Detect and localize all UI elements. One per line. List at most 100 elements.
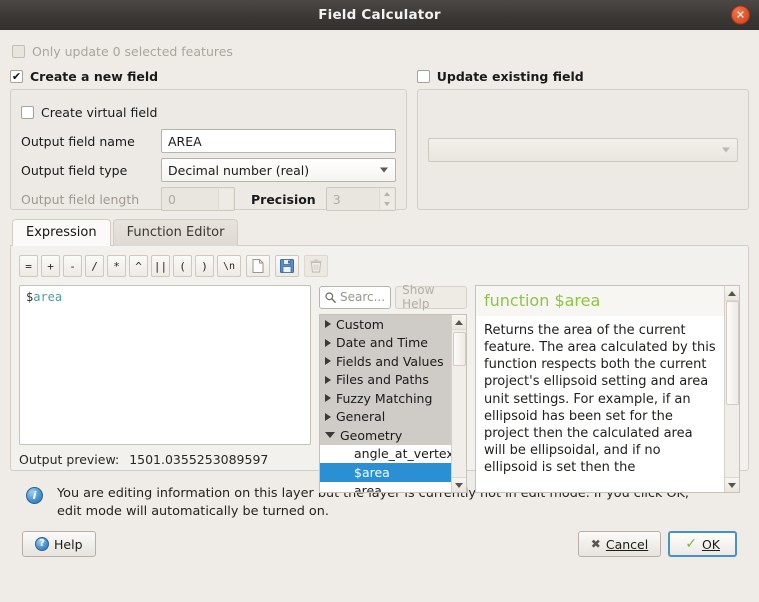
output-field-name-input[interactable]: AREA	[161, 129, 396, 153]
tree-item-angle-at-vertex[interactable]: angle_at_vertex	[320, 445, 451, 464]
create-new-field-label: Create a new field	[30, 69, 158, 84]
precision-stepper-buttons[interactable]	[379, 189, 394, 209]
help-panel: function $area Returns the area of the c…	[475, 285, 740, 493]
operator-button-concat[interactable]: ||	[151, 255, 170, 277]
help-title: function $area	[476, 286, 724, 316]
triangle-up-icon	[728, 291, 736, 296]
tree-group-files-and-paths[interactable]: Files and Paths	[320, 371, 451, 390]
create-virtual-field-label: Create virtual field	[41, 105, 157, 120]
operator-button-multiply[interactable]: *	[107, 255, 126, 277]
create-new-field-checkbox[interactable]: ✔	[10, 70, 23, 83]
ok-button[interactable]: ✓ OK	[668, 531, 737, 557]
create-virtual-field-checkbox[interactable]	[21, 106, 34, 119]
scroll-thumb[interactable]	[726, 301, 739, 405]
operator-button-close-paren[interactable]: )	[195, 255, 214, 277]
operator-button-plus[interactable]: +	[41, 255, 60, 277]
scroll-up-button[interactable]	[452, 315, 467, 330]
output-field-length-stepper[interactable]: 0	[161, 187, 235, 211]
search-icon	[325, 292, 336, 303]
search-placeholder-text: Searc...	[340, 290, 385, 304]
save-icon[interactable]	[275, 255, 299, 277]
update-existing-field-checkbox[interactable]	[417, 70, 430, 83]
tree-group-custom[interactable]: Custom	[320, 315, 451, 334]
create-virtual-field-row[interactable]: Create virtual field	[21, 99, 396, 125]
scroll-thumb[interactable]	[453, 332, 466, 366]
function-tree-scrollbar[interactable]	[451, 315, 466, 492]
output-preview-row: Output preview: 1501.0355253089597	[19, 452, 311, 467]
tab-function-editor[interactable]: Function Editor	[113, 219, 239, 246]
existing-field-combo[interactable]	[428, 138, 738, 162]
function-tree[interactable]: Custom Date and Time Fields and Values	[319, 314, 467, 493]
only-update-selected-row[interactable]: Only update 0 selected features	[12, 40, 749, 62]
tree-group-label: Date and Time	[336, 335, 428, 350]
tabbar: Expression Function Editor	[10, 219, 749, 246]
chevron-right-icon	[325, 357, 331, 365]
operator-button-power[interactable]: ^	[129, 255, 148, 277]
help-content: function $area Returns the area of the c…	[476, 286, 724, 492]
tree-group-fuzzy-matching[interactable]: Fuzzy Matching	[320, 389, 451, 408]
chevron-down-icon	[325, 432, 335, 438]
help-icon: ?	[35, 537, 49, 551]
new-file-icon[interactable]	[246, 255, 270, 277]
show-help-button[interactable]: Show Help	[395, 286, 467, 309]
output-preview-value: 1501.0355253089597	[129, 452, 268, 467]
new-file-glyph	[252, 259, 264, 273]
chevron-right-icon	[325, 376, 331, 384]
tree-group-label: Custom	[336, 317, 384, 332]
close-icon[interactable]: ✕	[731, 6, 750, 25]
operator-button-minus[interactable]: -	[63, 255, 82, 277]
output-field-name-label: Output field name	[21, 134, 161, 149]
scroll-track[interactable]	[725, 301, 740, 477]
tree-group-fields-and-values[interactable]: Fields and Values	[320, 352, 451, 371]
only-update-selected-checkbox[interactable]	[12, 45, 25, 58]
operator-button-open-paren[interactable]: (	[173, 255, 192, 277]
trash-glyph	[310, 259, 322, 273]
help-scrollbar[interactable]	[724, 286, 739, 492]
stepper-down-icon[interactable]	[384, 202, 390, 206]
scroll-down-button[interactable]	[725, 477, 740, 492]
operator-button-equals[interactable]: =	[19, 255, 38, 277]
expression-input[interactable]: $area	[19, 285, 311, 445]
precision-stepper[interactable]: 3	[326, 187, 396, 211]
output-field-type-combo[interactable]: Decimal number (real)	[161, 158, 396, 182]
window-title: Field Calculator	[318, 7, 441, 23]
chevron-down-icon	[380, 168, 388, 173]
tree-item-area[interactable]: area	[320, 482, 451, 493]
cancel-icon: ✖	[591, 537, 601, 551]
operator-button-newline[interactable]: \n	[217, 255, 241, 277]
output-field-length-label: Output field length	[21, 192, 161, 207]
help-button[interactable]: ? Help	[22, 531, 96, 557]
triangle-down-icon	[455, 483, 463, 488]
output-field-length-row: Output field length 0 Precision 3	[21, 186, 396, 212]
tree-group-label: Fuzzy Matching	[336, 391, 432, 406]
operator-button-divide[interactable]: /	[85, 255, 104, 277]
cancel-button[interactable]: ✖ Cancel	[578, 531, 661, 557]
tree-item-dollar-area[interactable]: $area	[320, 463, 451, 482]
scroll-up-button[interactable]	[725, 286, 740, 301]
tree-group-label: Geometry	[340, 428, 402, 443]
chevron-right-icon	[325, 339, 331, 347]
expression-toolbar: = + - / * ^ || ( ) \n	[19, 254, 740, 278]
output-field-length-stepper-buttons[interactable]	[218, 189, 233, 209]
scroll-track[interactable]	[452, 330, 467, 477]
tree-group-label: General	[336, 409, 385, 424]
scroll-down-button[interactable]	[452, 477, 467, 492]
triangle-up-icon	[455, 320, 463, 325]
chevron-right-icon	[325, 394, 331, 402]
tab-expression[interactable]: Expression	[12, 219, 111, 246]
stepper-up-icon[interactable]	[384, 192, 390, 196]
tree-group-date-and-time[interactable]: Date and Time	[320, 334, 451, 353]
tree-group-label: Files and Paths	[336, 372, 429, 387]
tree-group-geometry[interactable]: Geometry	[320, 426, 451, 445]
update-existing-field-label: Update existing field	[437, 69, 584, 84]
output-field-type-label: Output field type	[21, 163, 161, 178]
search-input[interactable]: Searc...	[319, 286, 391, 309]
expression-tab-panel: = + - / * ^ || ( ) \n	[10, 245, 749, 471]
help-button-label: Help	[54, 537, 83, 552]
dialog-footer: ? Help ✖ Cancel ✓ OK	[10, 521, 749, 557]
ok-check-icon: ✓	[685, 536, 697, 552]
function-help-column: function $area Returns the area of the c…	[475, 285, 740, 493]
update-existing-field-header[interactable]: Update existing field	[417, 66, 749, 86]
tree-group-general[interactable]: General	[320, 408, 451, 427]
create-new-field-header[interactable]: ✔ Create a new field	[10, 66, 407, 86]
